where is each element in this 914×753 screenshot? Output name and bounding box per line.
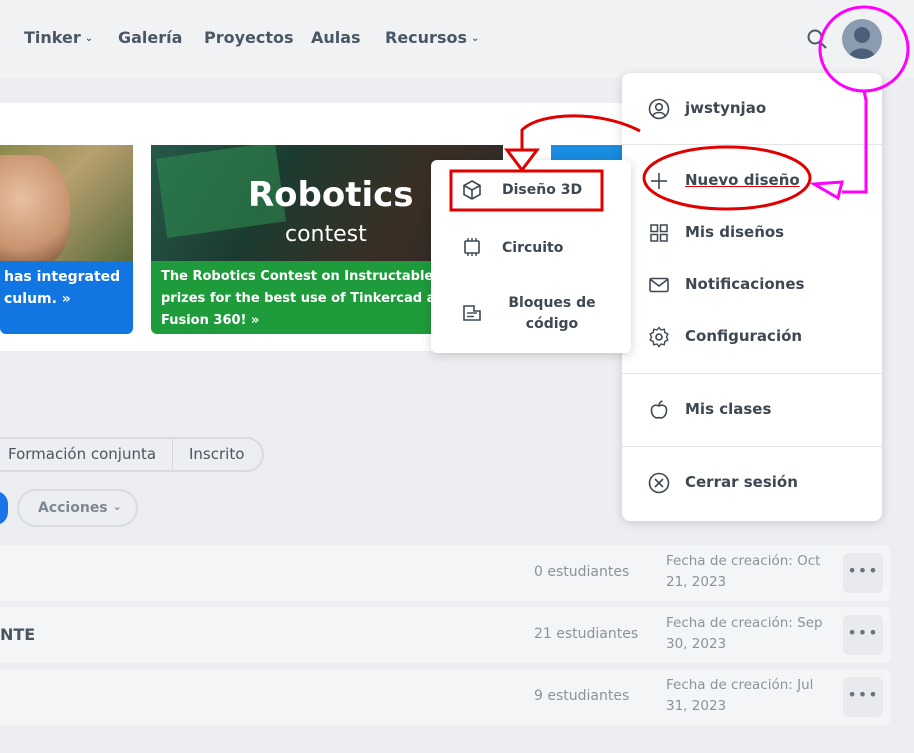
menu-item-my-designs[interactable]: Mis diseños [622, 213, 882, 253]
student-count: 21 estudiantes [534, 626, 639, 642]
close-circle-icon [648, 472, 670, 494]
circuit-label: Circuito [502, 240, 564, 256]
grid-icon [650, 224, 668, 242]
new-design-label: Nuevo diseño [685, 171, 800, 189]
student-count: 9 estudiantes [534, 688, 630, 704]
card-photo [0, 155, 70, 265]
more-options-button[interactable]: ••• [843, 677, 883, 717]
top-navigation: Tinker ⌄ Galería Proyectos Aulas Recursos… [0, 0, 914, 78]
submenu-item-3d-design[interactable]: Diseño 3D [431, 176, 631, 212]
creation-date: Fecha de creación: Oct 21, 2023 [666, 553, 821, 590]
chip-icon [464, 238, 480, 256]
menu-item-settings[interactable]: Configuración [622, 317, 882, 357]
card-image [0, 145, 133, 265]
tab-inscrito[interactable]: Inscrito [189, 445, 244, 463]
new-design-submenu: Diseño 3D Circuito Bloques de código [431, 160, 631, 353]
class-row[interactable]: 0 estudiantes Fecha de creación: Oct 21,… [0, 545, 890, 601]
gear-icon [649, 326, 669, 348]
menu-divider [622, 373, 882, 374]
creation-date: Fecha de creación: Jul 31, 2023 [666, 677, 814, 714]
nav-galeria[interactable]: Galería [118, 28, 182, 47]
username-label: jwstynjao [685, 99, 767, 117]
user-circle-icon [648, 98, 670, 120]
more-options-button[interactable]: ••• [843, 553, 883, 593]
menu-divider [622, 144, 882, 145]
code-blocks-icon [463, 305, 481, 321]
create-class-button[interactable] [0, 491, 8, 525]
class-row[interactable]: NTE 21 estudiantes Fecha de creación: Se… [0, 607, 890, 663]
design-3d-label: Diseño 3D [502, 182, 583, 198]
creation-date: Fecha de creación: Sep 30, 2023 [666, 615, 823, 652]
submenu-item-codeblocks[interactable]: Bloques de código [431, 288, 631, 338]
class-name[interactable]: NTE [0, 625, 35, 644]
apple-icon [650, 400, 668, 419]
logout-label: Cerrar sesión [685, 473, 798, 491]
settings-label: Configuración [685, 327, 803, 345]
actions-dropdown[interactable]: Acciones ⌄ [17, 489, 138, 527]
nav-recursos[interactable]: Recursos ⌄ [385, 28, 479, 47]
menu-item-my-classes[interactable]: Mis clases [622, 390, 882, 430]
user-silhouette-icon [848, 27, 876, 59]
student-count: 0 estudiantes [534, 564, 630, 580]
card-subtitle: contest [285, 222, 367, 247]
menu-item-new-design[interactable]: Nuevo diseño [622, 161, 882, 201]
my-designs-label: Mis diseños [685, 223, 785, 241]
search-icon[interactable] [806, 28, 828, 50]
menu-item-profile[interactable]: jwstynjao [622, 89, 882, 129]
tab-divider [172, 439, 173, 470]
menu-item-logout[interactable]: Cerrar sesión [622, 463, 882, 503]
nav-tinker[interactable]: Tinker ⌄ [24, 28, 93, 47]
nav-recursos-label: Recursos [385, 28, 467, 47]
card-caption[interactable]: has integrated culum. » [0, 261, 133, 334]
nav-aulas[interactable]: Aulas [311, 28, 361, 47]
notifications-label: Notificaciones [685, 275, 805, 293]
envelope-icon [649, 277, 669, 293]
class-row[interactable]: 9 estudiantes Fecha de creación: Jul 31,… [0, 669, 890, 725]
nav-proyectos[interactable]: Proyectos [204, 28, 294, 47]
tab-formacion-conjunta[interactable]: Formación conjunta [8, 445, 156, 463]
plus-icon [651, 173, 667, 189]
my-classes-label: Mis clases [685, 400, 772, 418]
card-title: Robotics [248, 175, 414, 215]
cube-icon [463, 180, 481, 200]
chevron-down-icon: ⌄ [112, 500, 122, 513]
featured-card-1[interactable]: has integrated culum. » [0, 145, 133, 334]
nav-tinker-label: Tinker [24, 28, 81, 47]
user-menu: jwstynjao Nuevo diseño Mis diseños Notif… [622, 73, 882, 521]
menu-divider [622, 446, 882, 447]
submenu-item-circuit[interactable]: Circuito [431, 232, 631, 268]
more-options-button[interactable]: ••• [843, 615, 883, 655]
chevron-down-icon: ⌄ [84, 33, 94, 44]
codeblocks-label: Bloques de código [508, 295, 596, 332]
menu-item-notifications[interactable]: Notificaciones [622, 265, 882, 305]
actions-label: Acciones [38, 500, 108, 516]
user-avatar[interactable] [842, 19, 882, 59]
chevron-down-icon: ⌄ [470, 33, 480, 44]
